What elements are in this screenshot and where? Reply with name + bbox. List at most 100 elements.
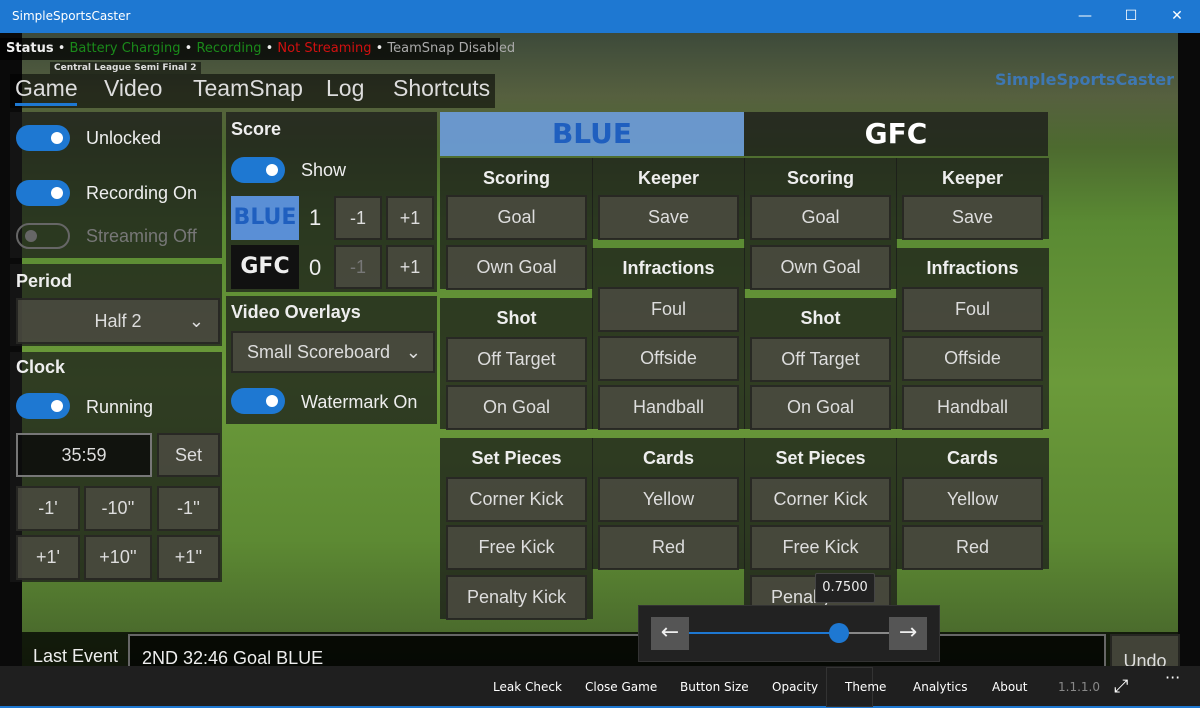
watermark-label: Watermark On — [301, 392, 418, 412]
overlays-label: Video Overlays — [231, 302, 361, 322]
leak-check-button[interactable]: Leak Check — [493, 680, 562, 694]
team2-off-target-button[interactable]: Off Target — [750, 337, 891, 382]
team2-minus-button[interactable]: -1 — [334, 245, 382, 289]
team2-scoring-header: Scoring — [786, 168, 854, 188]
analytics-button[interactable]: Analytics — [913, 680, 968, 694]
title-bar: SimpleSportsCaster — ☐ ✕ — [0, 0, 1200, 33]
clock-minus-1min-button[interactable]: -1' — [16, 486, 80, 531]
slider-fill — [689, 632, 839, 634]
team2-plus-button[interactable]: +1 — [386, 245, 434, 289]
team1-penalty-kick-button[interactable]: Penalty Kick — [446, 575, 587, 620]
team1-infractions-header: Infractions — [622, 258, 715, 278]
tab-game[interactable]: Game — [15, 75, 78, 102]
team2-own-goal-button[interactable]: Own Goal — [750, 245, 891, 290]
team2-save-button[interactable]: Save — [902, 195, 1043, 240]
team2-on-goal-button[interactable]: On Goal — [750, 385, 891, 430]
team2-corner-kick-button[interactable]: Corner Kick — [750, 477, 891, 522]
watermark-toggle[interactable] — [231, 388, 285, 414]
period-value: Half 2 — [94, 310, 142, 331]
team2-score-name: GFC — [231, 245, 299, 289]
window-title: SimpleSportsCaster — [12, 9, 131, 23]
clock-minus-10sec-button[interactable]: -10'' — [84, 486, 152, 531]
status-recording: Recording — [196, 41, 262, 56]
team2-red-button[interactable]: Red — [902, 525, 1043, 570]
version-label: 1.1.1.0 — [1058, 680, 1100, 694]
tab-video[interactable]: Video — [104, 75, 162, 102]
minimize-button[interactable]: — — [1062, 0, 1108, 33]
period-label: Period — [16, 271, 73, 291]
streaming-label: Streaming Off — [86, 226, 197, 246]
team2-foul-button[interactable]: Foul — [902, 287, 1043, 332]
slider-track[interactable] — [689, 623, 889, 643]
arrow-right-icon[interactable]: → — [889, 617, 927, 650]
slider-thumb[interactable] — [829, 623, 849, 643]
streaming-toggle[interactable] — [16, 223, 70, 249]
status-streaming: Not Streaming — [277, 41, 372, 56]
score-label: Score — [231, 119, 282, 139]
maximize-button[interactable]: ☐ — [1108, 0, 1154, 33]
theme-button[interactable]: Theme — [845, 680, 886, 694]
team2-keeper-header: Keeper — [941, 168, 1004, 188]
team1-foul-button[interactable]: Foul — [598, 287, 739, 332]
team1-free-kick-button[interactable]: Free Kick — [446, 525, 587, 570]
team1-goal-button[interactable]: Goal — [446, 195, 587, 240]
slider-tooltip: 0.7500 — [815, 573, 875, 603]
clock-minus-1sec-button[interactable]: -1'' — [157, 486, 220, 531]
team2-offside-button[interactable]: Offside — [902, 336, 1043, 381]
team1-score-name: BLUE — [231, 196, 299, 240]
period-dropdown[interactable]: Half 2 ⌄ — [16, 298, 220, 344]
team1-handball-button[interactable]: Handball — [598, 385, 739, 430]
team1-corner-kick-button[interactable]: Corner Kick — [446, 477, 587, 522]
clock-plus-1min-button[interactable]: +1' — [16, 535, 80, 580]
team1-plus-button[interactable]: +1 — [386, 196, 434, 240]
team2-free-kick-button[interactable]: Free Kick — [750, 525, 891, 570]
team1-scoring-header: Scoring — [482, 168, 550, 188]
team1-own-goal-button[interactable]: Own Goal — [446, 245, 587, 290]
clock-time-input[interactable]: 35:59 — [16, 433, 152, 477]
clock-set-button[interactable]: Set — [157, 433, 220, 477]
team2-handball-button[interactable]: Handball — [902, 385, 1043, 430]
status-teamsnap: TeamSnap Disabled — [387, 41, 516, 56]
arrow-left-icon[interactable]: ← — [651, 617, 689, 650]
status-bar: Status • Battery Charging • Recording • … — [0, 38, 515, 60]
opacity-button[interactable]: Opacity — [772, 680, 818, 694]
tab-log[interactable]: Log — [326, 75, 364, 102]
about-button[interactable]: About — [992, 680, 1027, 694]
team-header-blue: BLUE — [440, 112, 744, 156]
chevron-down-icon: ⌄ — [405, 341, 421, 362]
close-game-button[interactable]: Close Game — [585, 680, 657, 694]
recording-label: Recording On — [86, 183, 198, 203]
unlocked-toggle[interactable] — [16, 125, 70, 151]
clock-running-label: Running — [86, 397, 154, 417]
fullscreen-icon[interactable]: ⤢ — [1114, 676, 1128, 697]
team-header-gfc: GFC — [744, 112, 1048, 156]
team2-score-value: 0 — [309, 255, 322, 280]
clock-plus-1sec-button[interactable]: +1'' — [157, 535, 220, 580]
more-options-icon[interactable]: ··· — [1165, 668, 1180, 687]
close-button[interactable]: ✕ — [1154, 0, 1200, 33]
team1-off-target-button[interactable]: Off Target — [446, 337, 587, 382]
team2-goal-button[interactable]: Goal — [750, 195, 891, 240]
unlocked-label: Unlocked — [86, 128, 162, 148]
team1-red-button[interactable]: Red — [598, 525, 739, 570]
score-show-toggle[interactable] — [231, 157, 285, 183]
team1-minus-button[interactable]: -1 — [334, 196, 382, 240]
overlay-dropdown[interactable]: Small Scoreboard ⌄ — [231, 331, 435, 373]
team1-on-goal-button[interactable]: On Goal — [446, 385, 587, 430]
team1-yellow-button[interactable]: Yellow — [598, 477, 739, 522]
button-size-button[interactable]: Button Size — [680, 680, 749, 694]
team2-infractions-header: Infractions — [926, 258, 1019, 278]
team1-save-button[interactable]: Save — [598, 195, 739, 240]
recording-toggle[interactable] — [16, 180, 70, 206]
tab-teamsnap[interactable]: TeamSnap — [193, 75, 303, 102]
team1-offside-button[interactable]: Offside — [598, 336, 739, 381]
clock-running-toggle[interactable] — [16, 393, 70, 419]
team2-cards-header: Cards — [946, 448, 999, 468]
tab-shortcuts[interactable]: Shortcuts — [393, 75, 490, 102]
status-label: Status — [6, 41, 54, 56]
clock-plus-10sec-button[interactable]: +10'' — [84, 535, 152, 580]
team2-yellow-button[interactable]: Yellow — [902, 477, 1043, 522]
status-battery: Battery Charging — [69, 41, 181, 56]
last-event-label: Last Event — [33, 646, 119, 666]
team2-shot-header: Shot — [800, 308, 841, 328]
